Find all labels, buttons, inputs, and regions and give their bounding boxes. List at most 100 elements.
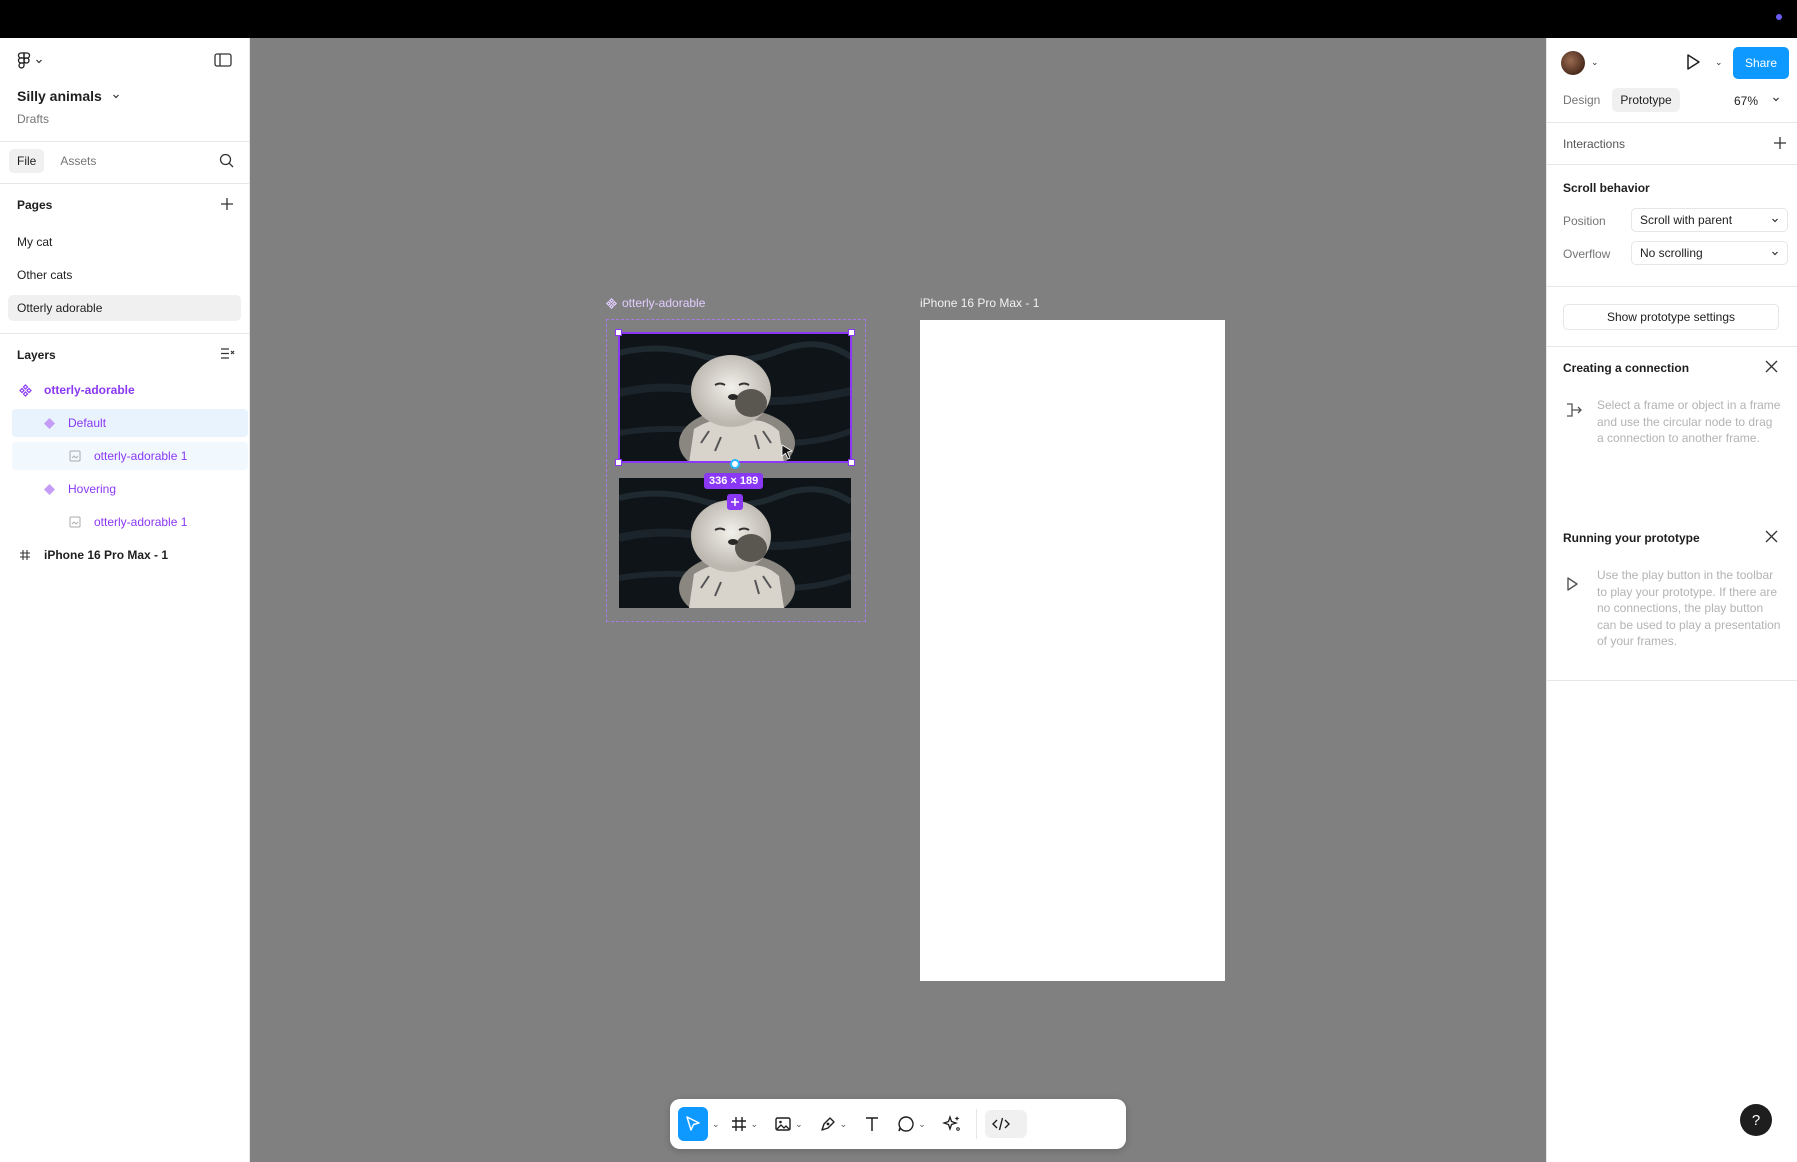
text-icon — [866, 1117, 879, 1131]
divider — [0, 141, 250, 142]
close-icon — [1765, 530, 1778, 543]
divider — [1547, 164, 1797, 165]
help-button[interactable]: ? — [1740, 1104, 1772, 1136]
resize-handle-top-left[interactable] — [615, 329, 622, 336]
move-tool[interactable] — [678, 1107, 708, 1141]
image-tool[interactable]: ⌄ — [768, 1107, 809, 1141]
component-set-label[interactable]: otterly-adorable — [606, 296, 705, 310]
page-item-other-cats[interactable]: Other cats — [8, 262, 241, 288]
chevron-down-icon — [112, 94, 119, 99]
connection-icon — [1565, 401, 1583, 422]
layer-label: Hovering — [68, 482, 117, 496]
right-panel: ⌄ ⌄ Share Design Prototype 67% Interacti… — [1546, 38, 1797, 1162]
tab-assets[interactable]: Assets — [52, 149, 104, 173]
sidebar-toggle-button[interactable] — [214, 52, 232, 71]
show-prototype-settings-button[interactable]: Show prototype settings — [1563, 304, 1779, 330]
left-panel: Silly animals Drafts File Assets Pages M… — [0, 38, 250, 1162]
main-menu-button[interactable] — [17, 52, 43, 70]
resize-handle-bottom-left[interactable] — [615, 459, 622, 466]
layer-image-default[interactable]: otterly-adorable 1 — [12, 442, 248, 470]
tab-file[interactable]: File — [9, 149, 45, 173]
page-item-my-cat[interactable]: My cat — [8, 229, 241, 255]
variant-icon — [42, 482, 56, 496]
chevron-down-icon — [1773, 97, 1779, 102]
layer-image-hovering[interactable]: otterly-adorable 1 — [12, 508, 248, 536]
bottom-toolbar: ⌄ ⌄ ⌄ ⌄ ⌄ — [670, 1099, 1126, 1149]
scroll-behavior-heading: Scroll behavior — [1563, 181, 1650, 195]
interactions-heading: Interactions — [1563, 137, 1626, 151]
chevron-down-icon: ⌄ — [839, 1118, 848, 1129]
frame-tool[interactable]: ⌄ — [724, 1107, 765, 1141]
selection-outline[interactable] — [618, 332, 852, 463]
running-prototype-heading: Running your prototype — [1563, 531, 1700, 545]
chevron-down-icon: ⌄ — [750, 1118, 759, 1129]
layers-options-button[interactable] — [220, 347, 235, 363]
component-set-icon — [606, 297, 617, 309]
zoom-control[interactable]: 67% — [1734, 94, 1780, 108]
right-tabs: Design Prototype — [1555, 88, 1680, 112]
page-item-otterly-adorable[interactable]: Otterly adorable — [8, 295, 241, 321]
sidebar-icon — [214, 53, 232, 67]
layer-label: otterly-adorable 1 — [94, 449, 188, 463]
variant-icon — [42, 416, 56, 430]
sparkle-icon — [941, 1114, 960, 1132]
iphone-frame-label[interactable]: iPhone 16 Pro Max - 1 — [920, 296, 1039, 310]
overflow-label: Overflow — [1563, 247, 1611, 261]
figma-logo-icon — [17, 52, 31, 69]
chevron-down-icon[interactable]: ⌄ — [1591, 57, 1599, 68]
pen-tool[interactable]: ⌄ — [813, 1107, 854, 1141]
layer-hovering-variant[interactable]: Hovering — [12, 475, 248, 503]
add-interaction-button[interactable] — [1773, 136, 1787, 153]
cursor-icon — [781, 444, 794, 460]
component-set-icon — [18, 383, 32, 397]
component-set-label-text: otterly-adorable — [622, 296, 706, 310]
divider — [1547, 122, 1797, 123]
position-select[interactable]: Scroll with parent — [1631, 208, 1788, 232]
text-tool[interactable] — [857, 1107, 887, 1141]
chevron-down-icon: ⌄ — [795, 1118, 803, 1129]
left-tabs: File Assets — [9, 149, 104, 173]
connection-node[interactable] — [730, 459, 740, 469]
overflow-value: No scrolling — [1640, 246, 1703, 260]
plus-icon — [1774, 137, 1786, 149]
code-icon — [991, 1117, 1010, 1131]
search-button[interactable] — [219, 153, 234, 171]
layer-label: otterly-adorable 1 — [94, 515, 188, 529]
pages-heading: Pages — [17, 198, 53, 212]
overflow-select[interactable]: No scrolling — [1631, 241, 1788, 265]
image-icon — [68, 449, 82, 463]
close-running-hint-button[interactable] — [1765, 530, 1778, 546]
resize-handle-bottom-right[interactable] — [848, 459, 855, 466]
file-title-text: Silly animals — [17, 88, 102, 104]
add-variant-button[interactable] — [727, 494, 743, 510]
add-page-button[interactable] — [220, 197, 234, 214]
close-creating-hint-button[interactable] — [1765, 360, 1778, 376]
present-button[interactable] — [1685, 53, 1701, 74]
play-icon — [1687, 54, 1700, 70]
dev-mode-toggle[interactable] — [984, 1110, 1027, 1138]
layers-heading: Layers — [17, 348, 56, 362]
creating-connection-heading: Creating a connection — [1563, 361, 1690, 375]
chevron-down-icon[interactable]: ⌄ — [1715, 57, 1723, 68]
file-location[interactable]: Drafts — [17, 112, 49, 126]
avatar[interactable] — [1561, 51, 1585, 75]
close-icon — [1765, 360, 1778, 373]
frame-hash-icon — [731, 1117, 746, 1131]
chevron-down-icon[interactable]: ⌄ — [712, 1119, 720, 1130]
resize-handle-top-right[interactable] — [848, 329, 855, 336]
divider — [0, 183, 250, 184]
layer-iphone-frame[interactable]: iPhone 16 Pro Max - 1 — [12, 541, 248, 569]
layer-otterly-adorable[interactable]: otterly-adorable — [12, 376, 248, 404]
frame-hash-icon — [18, 548, 32, 562]
tab-prototype[interactable]: Prototype — [1612, 88, 1680, 112]
pointer-icon — [686, 1116, 700, 1131]
file-title[interactable]: Silly animals — [17, 88, 120, 104]
share-button[interactable]: Share — [1733, 47, 1789, 79]
layer-default-variant[interactable]: Default — [12, 409, 248, 437]
tab-design[interactable]: Design — [1555, 88, 1608, 112]
creating-connection-text: Select a frame or object in a frame and … — [1597, 398, 1781, 445]
ai-tool[interactable] — [936, 1107, 968, 1141]
comment-tool[interactable]: ⌄ — [891, 1107, 932, 1141]
canvas[interactable]: otterly-adorable 336 × 189 iPhone 16 Pro… — [250, 38, 1546, 1162]
iphone-frame[interactable] — [920, 320, 1225, 981]
